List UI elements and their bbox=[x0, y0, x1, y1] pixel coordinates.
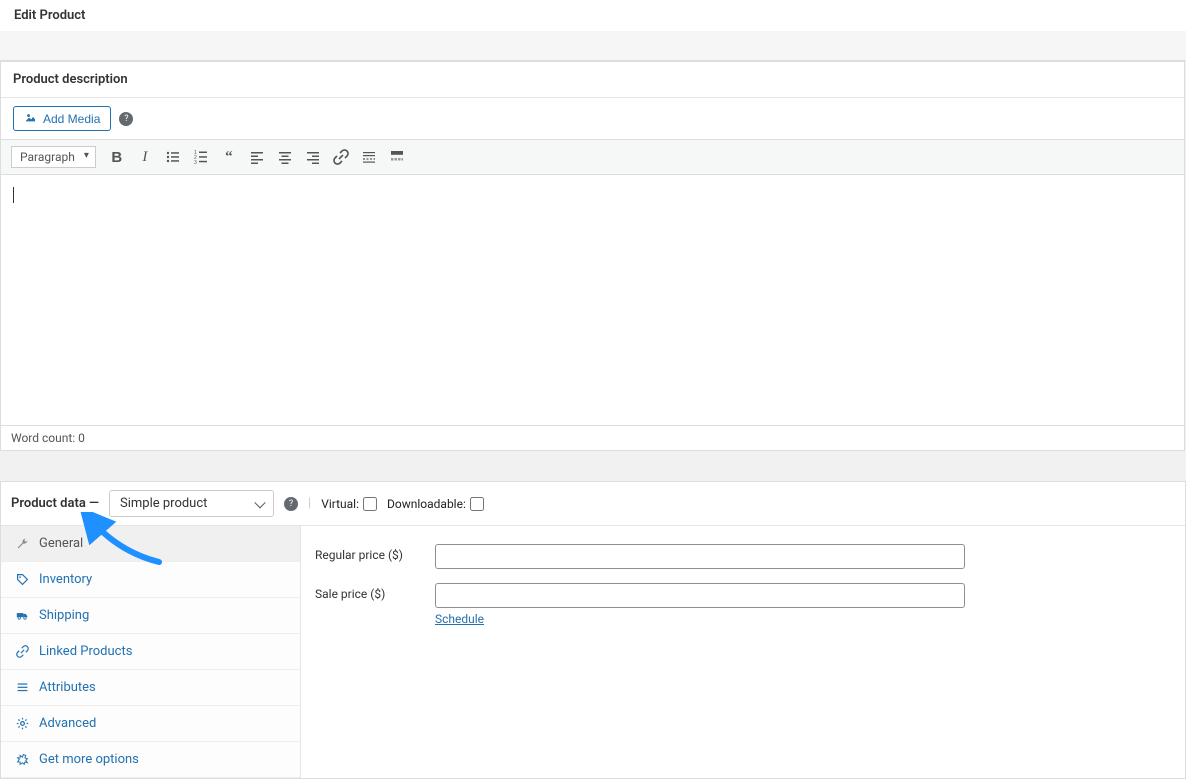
align-center-button[interactable] bbox=[272, 144, 298, 170]
schedule-link[interactable]: Schedule bbox=[435, 612, 484, 626]
help-icon: ? bbox=[284, 497, 298, 511]
tag-icon bbox=[15, 573, 29, 586]
tab-label: Attributes bbox=[39, 680, 96, 695]
tab-inventory[interactable]: Inventory bbox=[1, 562, 300, 598]
help-icon: ? bbox=[119, 112, 133, 126]
regular-price-label: Regular price ($) bbox=[315, 544, 435, 562]
tab-label: Get more options bbox=[39, 752, 139, 767]
italic-button[interactable]: I bbox=[132, 144, 158, 170]
tab-linked-products[interactable]: Linked Products bbox=[1, 634, 300, 670]
align-right-button[interactable] bbox=[300, 144, 326, 170]
add-media-button[interactable]: Add Media bbox=[13, 106, 111, 131]
product-data-tabs: General Inventory Shipping Linked Produc… bbox=[1, 526, 301, 778]
tab-get-more-options[interactable]: Get more options bbox=[1, 742, 300, 778]
product-data-label: Product data — bbox=[11, 496, 99, 511]
product-data-body: General Inventory Shipping Linked Produc… bbox=[1, 526, 1185, 778]
virtual-label: Virtual: bbox=[321, 497, 359, 511]
sale-price-label: Sale price ($) bbox=[315, 583, 435, 601]
read-more-button[interactable] bbox=[356, 144, 382, 170]
tab-label: Advanced bbox=[39, 716, 96, 731]
link-button[interactable] bbox=[328, 144, 354, 170]
star-icon bbox=[15, 753, 29, 766]
tab-label: Linked Products bbox=[39, 644, 132, 659]
align-left-button[interactable] bbox=[244, 144, 270, 170]
sale-price-row: Sale price ($) Schedule bbox=[315, 583, 1171, 627]
toolbar-toggle-button[interactable] bbox=[384, 144, 410, 170]
list-icon bbox=[15, 681, 29, 694]
title-divider bbox=[0, 31, 1186, 61]
add-media-label: Add Media bbox=[43, 112, 100, 126]
tab-label: Inventory bbox=[39, 572, 92, 587]
separator: | bbox=[308, 496, 311, 511]
virtual-checkbox-wrap[interactable]: Virtual: bbox=[321, 497, 377, 511]
blockquote-button[interactable]: “ bbox=[216, 144, 242, 170]
product-data-content: Regular price ($) Sale price ($) Schedul… bbox=[301, 526, 1185, 778]
paragraph-select[interactable]: Paragraph bbox=[11, 146, 96, 168]
downloadable-checkbox[interactable] bbox=[470, 497, 484, 511]
tab-general[interactable]: General bbox=[1, 526, 300, 562]
editor-textarea[interactable] bbox=[1, 175, 1184, 425]
downloadable-label: Downloadable: bbox=[387, 497, 466, 511]
media-icon bbox=[24, 111, 37, 126]
bold-button[interactable]: B bbox=[104, 144, 130, 170]
gear-icon bbox=[15, 717, 29, 730]
tab-attributes[interactable]: Attributes bbox=[1, 670, 300, 706]
panel-header-description: Product description bbox=[1, 62, 1184, 98]
sale-price-input[interactable] bbox=[435, 583, 965, 608]
link-icon bbox=[15, 645, 29, 658]
panel-spacer bbox=[0, 451, 1186, 481]
editor-format-bar: Paragraph B I 123 “ bbox=[1, 139, 1184, 175]
regular-price-input[interactable] bbox=[435, 544, 965, 569]
text-cursor bbox=[13, 187, 14, 203]
page-title: Edit Product bbox=[0, 0, 1186, 31]
product-data-header: Product data — Simple product ? | Virtua… bbox=[1, 482, 1185, 526]
editor-media-row: Add Media ? bbox=[1, 98, 1184, 139]
downloadable-checkbox-wrap[interactable]: Downloadable: bbox=[387, 497, 484, 511]
tab-label: General bbox=[39, 536, 83, 551]
wrench-icon bbox=[15, 537, 29, 550]
regular-price-row: Regular price ($) bbox=[315, 544, 1171, 569]
svg-text:3: 3 bbox=[194, 160, 197, 165]
truck-icon bbox=[15, 609, 29, 622]
numbered-list-button[interactable]: 123 bbox=[188, 144, 214, 170]
product-data-panel: Product data — Simple product ? | Virtua… bbox=[0, 481, 1186, 779]
bullet-list-button[interactable] bbox=[160, 144, 186, 170]
editor-word-count: Word count: 0 bbox=[1, 425, 1184, 450]
product-type-select[interactable]: Simple product bbox=[109, 490, 274, 517]
tab-shipping[interactable]: Shipping bbox=[1, 598, 300, 634]
virtual-checkbox[interactable] bbox=[363, 497, 377, 511]
tab-advanced[interactable]: Advanced bbox=[1, 706, 300, 742]
tab-label: Shipping bbox=[39, 608, 89, 623]
product-description-panel: Product description Add Media ? Paragrap… bbox=[0, 61, 1185, 451]
